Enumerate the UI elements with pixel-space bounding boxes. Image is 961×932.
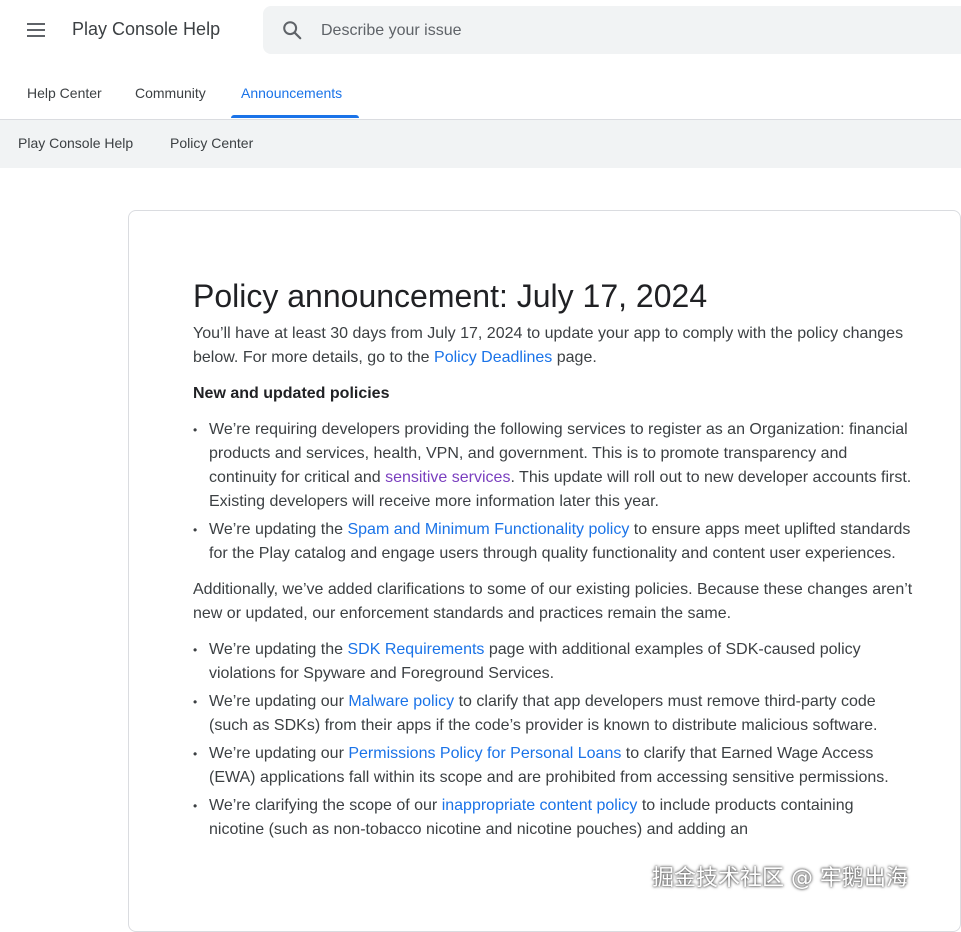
tab-announcements[interactable]: Announcements bbox=[241, 85, 342, 101]
new-policies-list: We’re requiring developers providing the… bbox=[193, 418, 913, 566]
list-item: We’re updating the Spam and Minimum Func… bbox=[193, 518, 913, 566]
active-tab-indicator bbox=[231, 115, 359, 118]
list-item-text: We’re clarifying the scope of our bbox=[209, 797, 442, 814]
watermark: 掘金技术社区 @ 牢鹅出海 bbox=[652, 866, 908, 891]
top-app-bar: Play Console Help bbox=[0, 0, 961, 60]
personal-loans-policy-link[interactable]: Permissions Policy for Personal Loans bbox=[348, 745, 621, 762]
article-title: Policy announcement: July 17, 2024 bbox=[193, 278, 708, 314]
clarifications-list: We’re updating the SDK Requirements page… bbox=[193, 638, 913, 842]
list-item: We’re updating our Permissions Policy fo… bbox=[193, 742, 913, 790]
spam-policy-link[interactable]: Spam and Minimum Functionality policy bbox=[347, 521, 629, 538]
section-title: New and updated policies bbox=[193, 385, 390, 402]
list-item: We’re clarifying the scope of our inappr… bbox=[193, 794, 913, 842]
list-item: We’re updating the SDK Requirements page… bbox=[193, 638, 913, 686]
intro-text-end: page. bbox=[552, 349, 597, 366]
subnav-policy-center[interactable]: Policy Center bbox=[170, 135, 253, 151]
inappropriate-content-policy-link[interactable]: inappropriate content policy bbox=[442, 797, 638, 814]
list-item-text: We’re updating the bbox=[209, 641, 348, 658]
tab-help-center[interactable]: Help Center bbox=[27, 85, 102, 101]
intro-paragraph: You’ll have at least 30 days from July 1… bbox=[193, 322, 913, 370]
search-bar[interactable] bbox=[263, 6, 961, 54]
sdk-requirements-link[interactable]: SDK Requirements bbox=[347, 641, 484, 658]
list-item-text: We’re updating our bbox=[209, 745, 349, 762]
hamburger-menu-icon[interactable] bbox=[24, 18, 48, 42]
sensitive-services-link[interactable]: sensitive services bbox=[385, 469, 510, 486]
list-item-text: We’re updating the bbox=[209, 521, 348, 538]
app-title[interactable]: Play Console Help bbox=[72, 19, 220, 40]
main-tabs: Help Center Community Announcements bbox=[0, 70, 961, 120]
malware-policy-link[interactable]: Malware policy bbox=[348, 693, 454, 710]
additional-paragraph: Additionally, we’ve added clarifications… bbox=[193, 581, 913, 622]
policy-deadlines-link[interactable]: Policy Deadlines bbox=[434, 349, 552, 366]
search-input[interactable] bbox=[319, 18, 923, 44]
tab-community[interactable]: Community bbox=[135, 85, 206, 101]
list-item: We’re requiring developers providing the… bbox=[193, 418, 913, 514]
list-item: We’re updating our Malware policy to cla… bbox=[193, 690, 913, 738]
article-content: Policy announcement: July 17, 2024 You’l… bbox=[193, 276, 913, 846]
breadcrumb-nav: Play Console Help Policy Center bbox=[0, 120, 961, 168]
list-item-text: We’re updating our bbox=[209, 693, 349, 710]
subnav-play-console-help[interactable]: Play Console Help bbox=[18, 135, 133, 151]
search-icon[interactable] bbox=[281, 19, 303, 41]
